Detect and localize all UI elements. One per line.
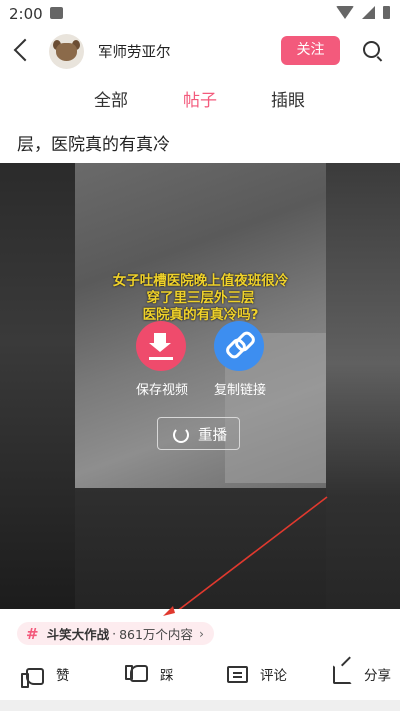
like-label: 赞 bbox=[56, 668, 70, 684]
tab-bar: 全部 帖子 插眼 bbox=[0, 82, 400, 114]
thumbs-down-icon bbox=[125, 664, 148, 682]
thumbs-up-icon bbox=[21, 668, 44, 688]
like-button[interactable]: 赞 bbox=[21, 661, 70, 688]
topic-count: 861万个内容 bbox=[119, 627, 193, 642]
video-player[interactable]: 女子吐槽医院晚上值夜班很冷 穿了里三层外三层 医院真的有真冷吗? 保存视频 复制… bbox=[0, 163, 400, 609]
dislike-label: 踩 bbox=[160, 668, 174, 684]
avatar[interactable] bbox=[49, 34, 84, 69]
bottom-divider bbox=[0, 700, 400, 711]
post-title[interactable]: 层，医院真的有真冷 bbox=[17, 130, 170, 155]
cell-signal-icon bbox=[362, 6, 375, 19]
status-icons bbox=[336, 6, 390, 19]
dislike-button[interactable]: 踩 bbox=[125, 661, 174, 687]
comment-icon bbox=[227, 665, 248, 683]
avatar-dog-image bbox=[56, 43, 77, 61]
tab-posts[interactable]: 帖子 bbox=[183, 86, 217, 111]
chevron-right-icon: › bbox=[198, 626, 204, 641]
status-bar: 2:00 bbox=[0, 0, 400, 28]
search-icon[interactable] bbox=[363, 41, 380, 58]
wifi-icon bbox=[336, 6, 354, 19]
back-icon[interactable] bbox=[13, 38, 37, 62]
tab-all[interactable]: 全部 bbox=[94, 86, 128, 111]
action-bar: 赞 踩 评论 分享 bbox=[0, 655, 400, 693]
battery-icon bbox=[383, 6, 390, 19]
comment-label: 评论 bbox=[260, 668, 287, 684]
topic-separator: · bbox=[112, 626, 117, 641]
topic-name: 斗笑大作战 bbox=[46, 627, 110, 642]
follow-button[interactable]: 关注 bbox=[281, 36, 340, 65]
share-icon bbox=[333, 664, 352, 684]
status-time: 2:00 bbox=[9, 5, 43, 23]
comment-button[interactable]: 评论 bbox=[227, 661, 287, 687]
topic-tag-chip[interactable]: # 斗笑大作战 · 861万个内容 › bbox=[17, 622, 214, 645]
annotation-arrow bbox=[178, 496, 328, 609]
share-label: 分享 bbox=[364, 668, 391, 684]
tab-bookmarks[interactable]: 插眼 bbox=[271, 86, 305, 111]
profile-header: 军师劳亚尔 关注 bbox=[0, 28, 400, 74]
hash-icon: # bbox=[26, 624, 39, 643]
gallery-notification-icon bbox=[50, 7, 63, 19]
share-button[interactable]: 分享 bbox=[333, 661, 391, 687]
user-name[interactable]: 军师劳亚尔 bbox=[98, 41, 171, 62]
